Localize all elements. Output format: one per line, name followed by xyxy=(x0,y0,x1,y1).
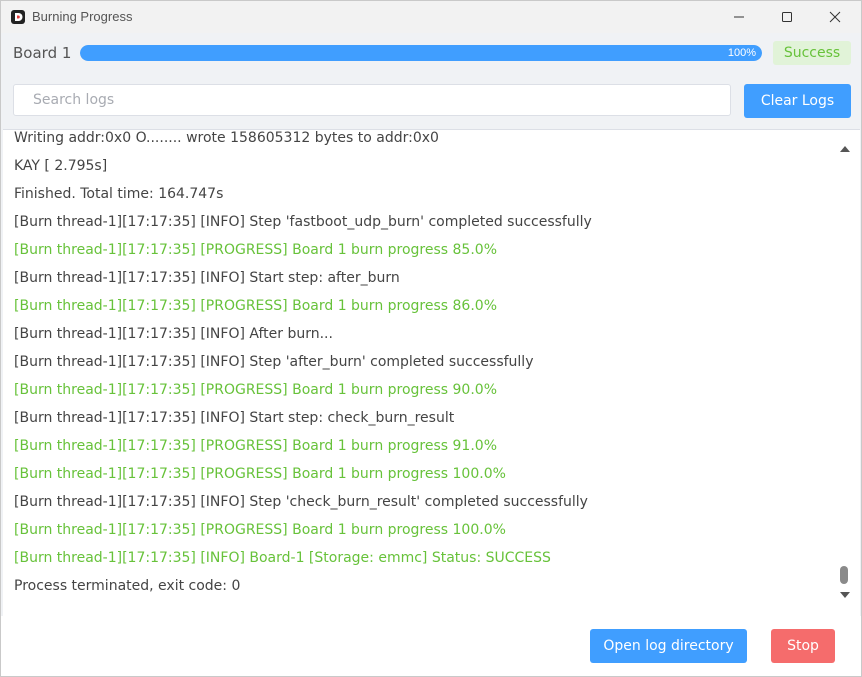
log-line: [Burn thread-1][17:17:35] [PROGRESS] Boa… xyxy=(14,298,497,314)
log-line: [Burn thread-1][17:17:35] [PROGRESS] Boa… xyxy=(14,522,506,538)
log-line: [Burn thread-1][17:17:35] [INFO] Start s… xyxy=(14,270,400,286)
log-line: Writing addr:0x0 O........ wrote 1586053… xyxy=(14,130,439,146)
window-title: Burning Progress xyxy=(32,9,133,24)
log-line: [Burn thread-1][17:17:35] [PROGRESS] Boa… xyxy=(14,438,497,454)
log-line: KAY [ 2.795s] xyxy=(14,158,108,174)
app-logo-icon xyxy=(11,10,25,24)
minimize-button[interactable] xyxy=(715,1,763,33)
log-line: [Burn thread-1][17:17:35] [INFO] Board-1… xyxy=(14,550,551,566)
stop-button[interactable]: Stop xyxy=(771,629,835,663)
log-line: [Burn thread-1][17:17:35] [PROGRESS] Boa… xyxy=(14,242,497,258)
progress-bar: 100% xyxy=(80,45,762,61)
maximize-icon xyxy=(782,12,792,22)
board-label: Board 1 xyxy=(13,44,72,62)
log-line: [Burn thread-1][17:17:35] [INFO] Step 'a… xyxy=(14,354,534,370)
scrollbar[interactable] xyxy=(835,130,855,616)
title-bar[interactable]: Burning Progress xyxy=(1,1,861,33)
log-panel[interactable]: Writing addr:0x0 O........ wrote 1586053… xyxy=(3,129,860,617)
chevron-down-icon[interactable] xyxy=(839,590,851,600)
log-line: Finished. Total time: 164.747s xyxy=(14,186,224,202)
log-line: [Burn thread-1][17:17:35] [INFO] Step 'f… xyxy=(14,214,592,230)
close-icon xyxy=(829,11,841,23)
log-line: [Burn thread-1][17:17:35] [PROGRESS] Boa… xyxy=(14,382,497,398)
clear-logs-button[interactable]: Clear Logs xyxy=(744,84,851,118)
progress-percent-text: 100% xyxy=(727,47,756,59)
log-line: [Burn thread-1][17:17:35] [PROGRESS] Boa… xyxy=(14,466,506,482)
chevron-up-icon[interactable] xyxy=(839,144,851,154)
maximize-button[interactable] xyxy=(763,1,811,33)
log-line: [Burn thread-1][17:17:35] [INFO] Start s… xyxy=(14,410,455,426)
log-line: Process terminated, exit code: 0 xyxy=(14,578,241,594)
progress-bar-fill: 100% xyxy=(80,45,762,61)
footer: Open log directory Stop xyxy=(1,616,861,676)
scrollbar-thumb[interactable] xyxy=(840,566,848,584)
minimize-icon xyxy=(734,16,744,18)
log-line: [Burn thread-1][17:17:35] [INFO] After b… xyxy=(14,326,333,342)
search-input[interactable] xyxy=(13,84,731,116)
close-button[interactable] xyxy=(811,1,859,33)
log-line: [Burn thread-1][17:17:35] [INFO] Step 'c… xyxy=(14,494,588,510)
open-log-directory-button[interactable]: Open log directory xyxy=(590,629,747,663)
status-badge: Success xyxy=(773,41,851,65)
burning-progress-window: Burning Progress Board 1 100% Success Se… xyxy=(0,0,862,677)
board-progress-row: Board 1 100% Success xyxy=(1,33,861,73)
